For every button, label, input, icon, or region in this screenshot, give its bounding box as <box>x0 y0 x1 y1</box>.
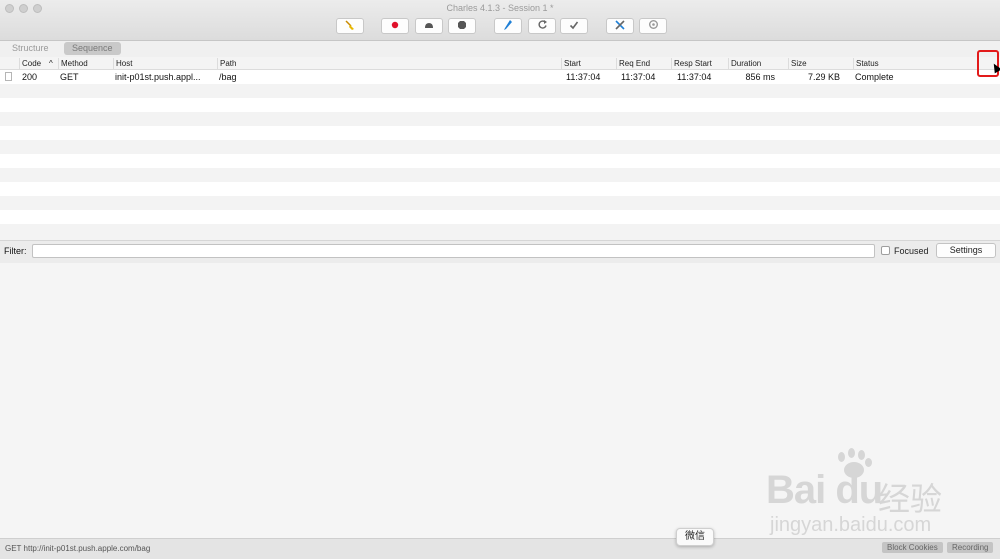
tools-icon <box>614 19 626 34</box>
broom-icon <box>344 19 356 34</box>
cell-duration: 856 ms <box>745 72 775 82</box>
table-header: Code ^ Method Host Path Start Req End Re… <box>0 57 1000 70</box>
breakpoints-button[interactable] <box>448 18 476 34</box>
compose-button[interactable] <box>494 18 522 34</box>
cell-path: /bag <box>219 72 237 82</box>
recording-button[interactable]: Recording <box>947 542 994 553</box>
empty-row-stripe <box>0 140 1000 154</box>
column-header-duration[interactable]: Duration <box>728 58 788 69</box>
focused-checkbox[interactable] <box>881 246 890 255</box>
tab-structure[interactable]: Structure <box>4 42 57 55</box>
column-header-resp-start[interactable]: Resp Start <box>671 58 728 69</box>
validate-icon <box>569 20 579 33</box>
filter-settings-button[interactable]: Settings <box>936 243 996 258</box>
cell-status: Complete <box>855 72 894 82</box>
validate-button[interactable] <box>560 18 588 34</box>
column-header-code[interactable]: Code ^ <box>19 58 58 69</box>
column-label: Code <box>22 59 42 68</box>
baidu-jingyan-watermark: Bai du 经验 jingyan.baidu.com <box>762 448 992 538</box>
record-button[interactable] <box>381 18 409 34</box>
filter-input[interactable] <box>32 244 875 258</box>
empty-row-stripe <box>0 84 1000 98</box>
clear-session-button[interactable] <box>336 18 364 34</box>
throttle-button[interactable] <box>415 18 443 34</box>
focused-label: Focused <box>894 246 929 256</box>
watermark-url: jingyan.baidu.com <box>770 514 932 536</box>
empty-row-stripe <box>0 168 1000 182</box>
watermark-logo: Bai du <box>766 468 883 512</box>
empty-row-stripe <box>0 196 1000 210</box>
column-header-host[interactable]: Host <box>113 58 217 69</box>
column-header-req-end[interactable]: Req End <box>616 58 671 69</box>
column-header-status[interactable]: Status <box>853 58 977 69</box>
tools-button[interactable] <box>606 18 634 34</box>
wechat-tooltip: 微信 <box>676 528 714 546</box>
settings-icon <box>648 19 659 33</box>
column-header-method[interactable]: Method <box>58 58 113 69</box>
empty-row-stripe <box>0 112 1000 126</box>
cell-code: 200 <box>22 72 38 82</box>
cell-resp-start: 11:37:04 <box>677 72 712 82</box>
cell-start: 11:37:04 <box>566 72 601 82</box>
document-icon <box>5 72 12 81</box>
view-tabs: Structure Sequence <box>0 41 1000 57</box>
settings-button[interactable] <box>639 18 667 34</box>
status-text: GET http://init-p01st.push.apple.com/bag <box>5 544 151 553</box>
title-bar: Charles 4.1.3 - Session 1 * <box>0 0 1000 41</box>
empty-row-stripe <box>0 224 1000 240</box>
tab-sequence[interactable]: Sequence <box>64 42 121 55</box>
repeat-icon <box>537 19 548 33</box>
filter-label: Filter: <box>4 246 27 256</box>
column-header-start[interactable]: Start <box>561 58 616 69</box>
cell-method: GET <box>60 72 79 82</box>
repeat-button[interactable] <box>528 18 556 34</box>
cell-req-end: 11:37:04 <box>621 72 656 82</box>
throttle-icon <box>423 20 435 33</box>
window-title: Charles 4.1.3 - Session 1 * <box>446 3 554 13</box>
cell-host: init-p01st.push.appl... <box>115 72 201 82</box>
sort-ascending-icon: ^ <box>49 59 53 68</box>
column-header-size[interactable]: Size <box>788 58 853 69</box>
column-header-path[interactable]: Path <box>217 58 561 69</box>
breakpoint-icon <box>457 20 467 33</box>
filter-bar: Filter: Focused Settings <box>0 240 1000 264</box>
compose-icon <box>503 19 513 34</box>
status-bar: GET http://init-p01st.push.apple.com/bag… <box>0 538 1000 559</box>
cell-size: 7.29 KB <box>807 72 840 82</box>
request-table: Code ^ Method Host Path Start Req End Re… <box>0 57 1000 240</box>
table-row[interactable]: 200 GET init-p01st.push.appl... /bag 11:… <box>0 70 1000 84</box>
block-cookies-button[interactable]: Block Cookies <box>882 542 943 553</box>
record-icon <box>390 20 400 33</box>
